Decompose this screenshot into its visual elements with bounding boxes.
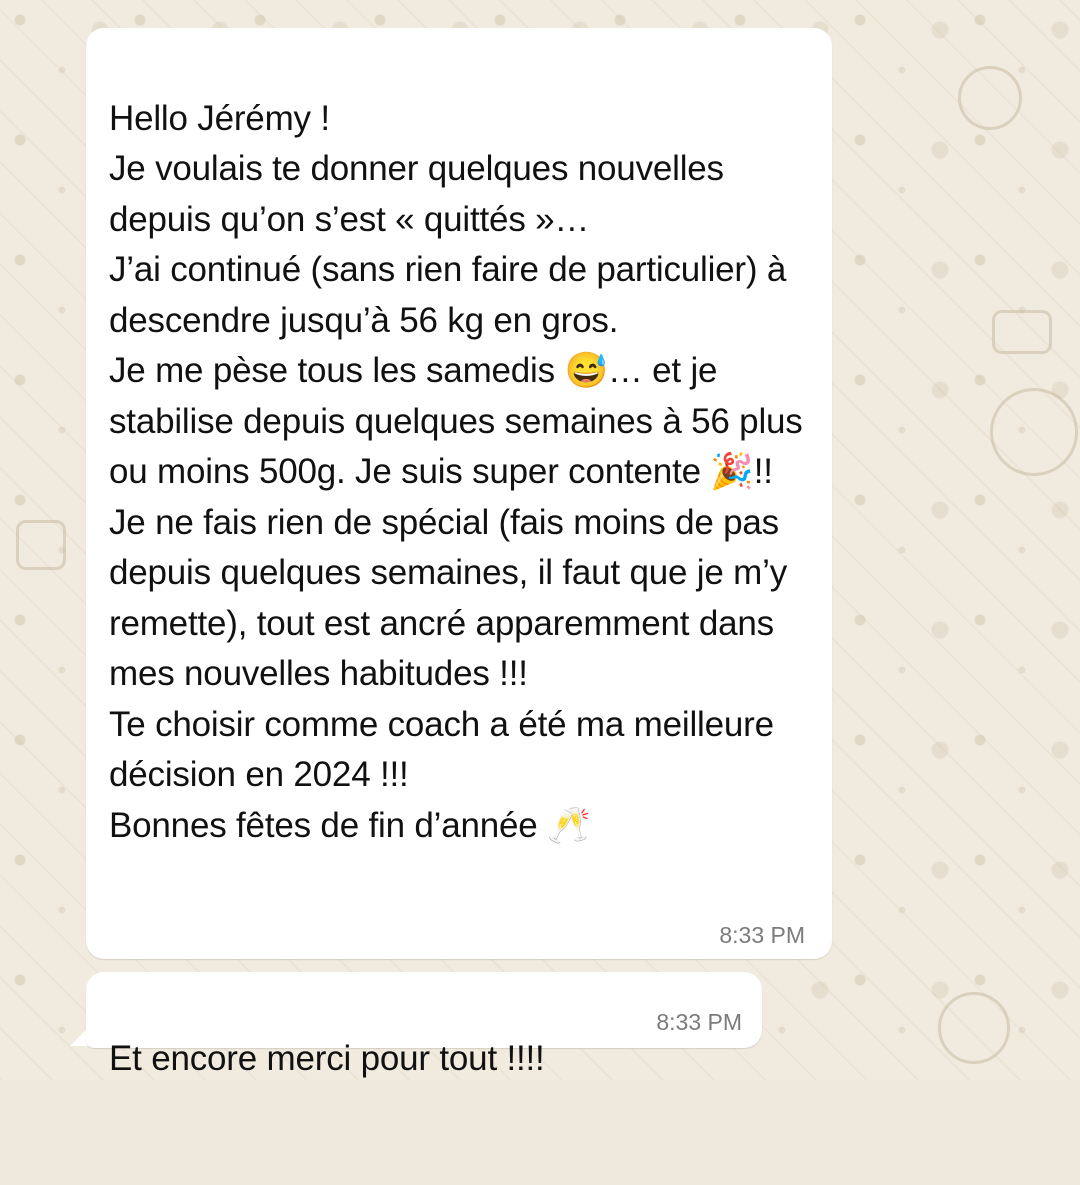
wallpaper-doodle xyxy=(958,66,1022,130)
wallpaper-doodle xyxy=(992,310,1052,354)
message-timestamp: 8:33 PM xyxy=(656,1009,742,1035)
message-timestamp: 8:33 PM xyxy=(719,922,805,948)
wallpaper-doodle xyxy=(16,520,66,570)
message-text: Hello Jérémy ! Je voulais te donner quel… xyxy=(109,98,803,845)
message-bubble[interactable]: Et encore merci pour tout !!!! 8:33 PM xyxy=(86,972,762,1078)
wallpaper-doodle xyxy=(990,388,1078,476)
wallpaper-doodle xyxy=(938,992,1010,1064)
message-bubble[interactable]: Hello Jérémy ! Je voulais te donner quel… xyxy=(86,28,832,959)
message-text: Et encore merci pour tout !!!! xyxy=(109,1038,545,1078)
